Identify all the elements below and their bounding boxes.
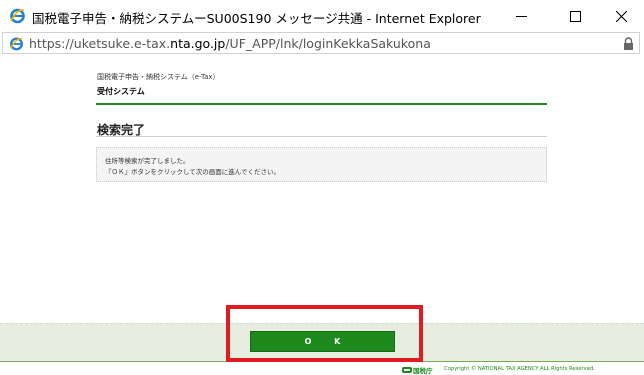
page-content: 国税電子申告・納税システム（e-Tax） 受付システム 検索完了 住所等検索が完…	[0, 56, 644, 375]
window-titlebar: 国税電子申告・納税システムーSU00S190 メッセージ共通 - Interne…	[0, 0, 644, 32]
nta-logo-icon	[402, 367, 412, 373]
url-host: nta.go.jp	[170, 36, 226, 51]
url-path: /UF_APP/lnk/loginKekkaSakukona	[225, 36, 431, 51]
url-prefix: https://uketsuke.e-tax.	[29, 36, 171, 51]
window-title: 国税電子申告・納税システムーSU00S190 メッセージ共通 - Interne…	[32, 11, 481, 26]
header-divider	[96, 103, 547, 105]
url-field[interactable]: https://uketsuke.e-tax.nta.go.jp/UF_APP/…	[2, 32, 640, 54]
message-line-2: 『ＯＫ』ボタンをクリックして次の画面に進んでください。	[105, 168, 280, 176]
minimize-icon	[515, 15, 527, 17]
address-bar: https://uketsuke.e-tax.nta.go.jp/UF_APP/…	[0, 32, 644, 56]
close-icon	[615, 10, 627, 22]
message-line-1: 住所等検索が完了しました。	[105, 157, 190, 165]
minimize-button[interactable]	[498, 0, 544, 32]
close-button[interactable]	[598, 0, 644, 32]
lock-icon[interactable]	[623, 37, 634, 50]
internet-explorer-icon	[10, 37, 23, 51]
internet-explorer-icon	[10, 8, 25, 24]
url-text: https://uketsuke.e-tax.nta.go.jp/UF_APP/…	[29, 36, 431, 51]
message-box: 住所等検索が完了しました。 『ＯＫ』ボタンをクリックして次の画面に進んでください…	[96, 147, 547, 182]
highlight-box	[226, 305, 423, 362]
maximize-button[interactable]	[552, 0, 598, 32]
breadcrumb: 国税電子申告・納税システム（e-Tax）	[97, 73, 220, 81]
title-divider	[96, 136, 547, 137]
system-name: 受付システム	[97, 87, 145, 96]
maximize-icon	[569, 10, 581, 22]
copyright: Copyright © NATIONAL TAX AGENCY ALL Righ…	[444, 366, 595, 372]
